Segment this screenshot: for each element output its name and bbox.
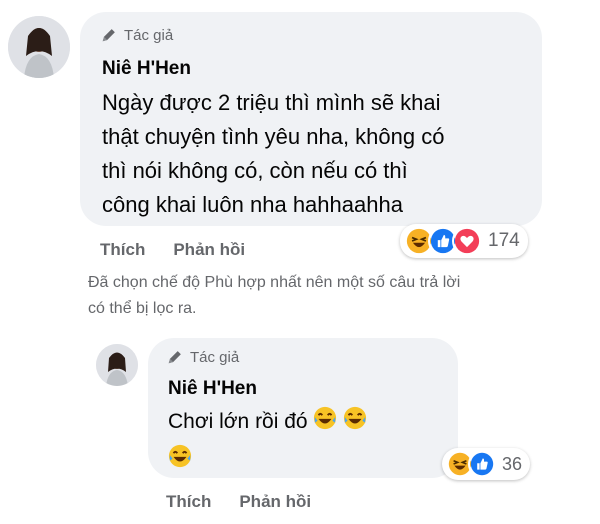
comment-text: Ngày được 2 triệu thì mình sẽ khai thật … xyxy=(102,86,444,222)
laughing-emoji-line xyxy=(168,444,192,473)
reaction-count: 174 xyxy=(488,230,520,251)
comment-text-line: Ngày được 2 triệu thì mình sẽ khai xyxy=(102,90,441,115)
filter-note-line: có thể bị lọc ra. xyxy=(88,300,197,317)
comment-text: Chơi lớn rồi đó xyxy=(168,406,367,439)
author-badge: Tác giả xyxy=(100,26,173,44)
filter-note: Đã chọn chế độ Phù hợp nhất nên một số c… xyxy=(88,270,460,322)
like-action[interactable]: Thích xyxy=(166,492,211,512)
pencil-icon xyxy=(168,351,181,364)
laughing-emoji-icon xyxy=(343,406,367,439)
comment-actions: Thích Phản hồi xyxy=(166,492,311,512)
like-action[interactable]: Thích xyxy=(100,240,145,260)
love-icon xyxy=(452,226,482,256)
author-badge-label: Tác giả xyxy=(190,348,240,366)
comment-text-line: công khai luôn nha hahhaahha xyxy=(102,192,403,217)
author-badge-label: Tác giả xyxy=(124,26,174,44)
reaction-summary[interactable]: 174 xyxy=(400,224,528,258)
reply-action[interactable]: Phản hồi xyxy=(173,240,245,260)
comment-actions: Thích Phản hồi xyxy=(100,240,245,260)
laughing-emoji-icon xyxy=(168,444,192,473)
reaction-count: 36 xyxy=(502,453,523,474)
pencil-icon xyxy=(102,29,115,42)
comment-text-line: thì nói không có, còn nếu có thì xyxy=(102,158,408,183)
avatar[interactable] xyxy=(96,344,138,386)
reply-action[interactable]: Phản hồi xyxy=(239,492,311,512)
avatar[interactable] xyxy=(8,16,70,78)
comment-author[interactable]: Niê H'Hen xyxy=(102,58,191,80)
filter-note-line: Đã chọn chế độ Phù hợp nhất nên một số c… xyxy=(88,274,461,291)
comment-text-line: thật chuyện tình yêu nha, không có xyxy=(102,124,445,149)
reaction-summary[interactable]: 36 xyxy=(442,448,531,480)
laughing-emoji-icon xyxy=(313,406,337,439)
comment-text-body: Chơi lớn rồi đó xyxy=(168,410,308,434)
author-badge: Tác giả xyxy=(166,348,239,366)
like-icon xyxy=(468,450,496,478)
comment-author[interactable]: Niê H'Hen xyxy=(168,378,257,400)
